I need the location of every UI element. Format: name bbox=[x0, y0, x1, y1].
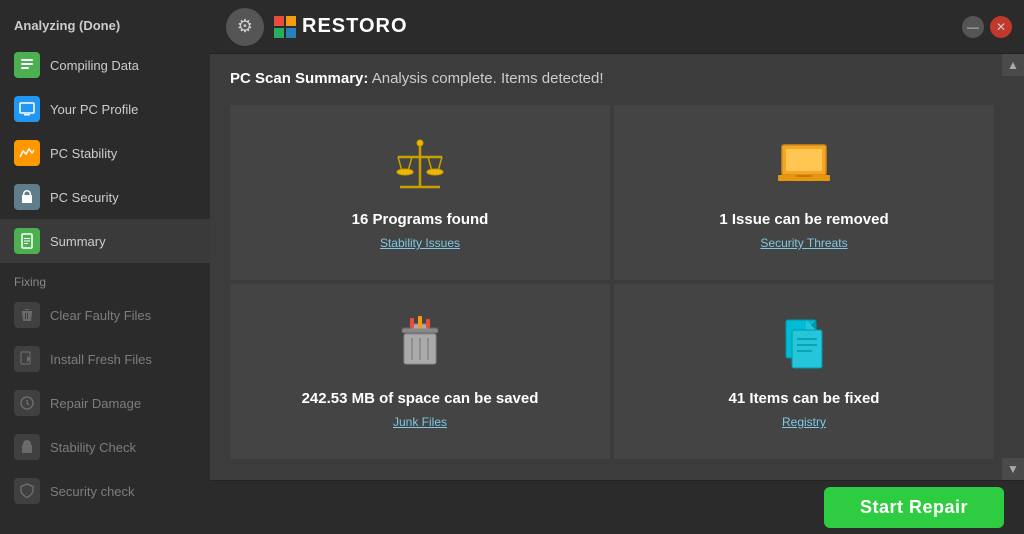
scroll-up-arrow[interactable]: ▲ bbox=[1002, 54, 1024, 76]
main-content: PC Scan Summary: Analysis complete. Item… bbox=[210, 54, 1024, 480]
repair-damage-label: Repair Damage bbox=[50, 396, 141, 411]
sidebar-item-repair-damage[interactable]: Repair Damage bbox=[0, 381, 210, 425]
summary-icon bbox=[14, 228, 40, 254]
your-pc-profile-label: Your PC Profile bbox=[50, 102, 138, 117]
trash-icon bbox=[390, 314, 450, 382]
results-grid: 16 Programs found Stability Issues bbox=[230, 105, 994, 459]
grid-cell-programs-found: 16 Programs found Stability Issues bbox=[230, 105, 610, 280]
sidebar-item-stability-check[interactable]: Stability Check bbox=[0, 425, 210, 469]
items-fixed-label: 41 Items can be fixed bbox=[729, 390, 880, 407]
fixing-label: Fixing bbox=[0, 263, 210, 293]
minimize-button[interactable]: — bbox=[962, 16, 984, 38]
sidebar: Analyzing (Done) Compiling Data Your PC … bbox=[0, 0, 210, 534]
security-threats-link[interactable]: Security Threats bbox=[760, 236, 847, 250]
grid-cell-items-fixed: 41 Items can be fixed Registry bbox=[614, 284, 994, 459]
issue-removed-label: 1 Issue can be removed bbox=[719, 211, 888, 228]
compiling-data-label: Compiling Data bbox=[50, 58, 139, 73]
repair-damage-icon bbox=[14, 390, 40, 416]
programs-found-label: 16 Programs found bbox=[352, 211, 489, 228]
scan-summary-title: PC Scan Summary: Analysis complete. Item… bbox=[230, 70, 994, 87]
clear-faulty-files-icon bbox=[14, 302, 40, 328]
gear-icon: ⚙ bbox=[237, 16, 253, 37]
scan-summary-prefix: PC Scan Summary: bbox=[230, 70, 368, 87]
registry-icon bbox=[774, 314, 834, 382]
sidebar-item-summary[interactable]: Summary bbox=[0, 219, 210, 263]
stability-check-label: Stability Check bbox=[50, 440, 136, 455]
install-fresh-files-label: Install Fresh Files bbox=[50, 352, 152, 367]
logo-area: RESTORO bbox=[274, 15, 408, 38]
analyzing-label: Analyzing (Done) bbox=[0, 10, 210, 43]
minimize-icon: — bbox=[967, 20, 979, 34]
security-check-label: Security check bbox=[50, 484, 135, 499]
sidebar-item-pc-stability[interactable]: PC Stability bbox=[0, 131, 210, 175]
compiling-data-icon bbox=[14, 52, 40, 78]
pc-security-label: PC Security bbox=[50, 190, 119, 205]
scan-summary-suffix: Analysis complete. Items detected! bbox=[372, 70, 604, 87]
header: ⚙ RESTORO — ✕ bbox=[210, 0, 1024, 54]
close-icon: ✕ bbox=[996, 20, 1006, 34]
space-saved-label: 242.53 MB of space can be saved bbox=[302, 390, 539, 407]
header-left: ⚙ RESTORO bbox=[226, 8, 408, 46]
stability-issues-link[interactable]: Stability Issues bbox=[380, 236, 460, 250]
summary-label: Summary bbox=[50, 234, 106, 249]
start-repair-button[interactable]: Start Repair bbox=[824, 487, 1004, 528]
close-button[interactable]: ✕ bbox=[990, 16, 1012, 38]
grid-cell-issue-removed: 1 Issue can be removed Security Threats bbox=[614, 105, 994, 280]
laptop-icon bbox=[774, 135, 834, 203]
pc-security-icon bbox=[14, 184, 40, 210]
sidebar-item-clear-faulty-files[interactable]: Clear Faulty Files bbox=[0, 293, 210, 337]
window-controls: — ✕ bbox=[962, 16, 1012, 38]
logo-text: RESTORO bbox=[302, 15, 408, 38]
stability-check-icon bbox=[14, 434, 40, 460]
sidebar-item-pc-security[interactable]: PC Security bbox=[0, 175, 210, 219]
scroll-down-arrow[interactable]: ▼ bbox=[1002, 458, 1024, 480]
scroll-arrows: ▲ ▼ bbox=[1002, 54, 1024, 480]
pc-stability-label: PC Stability bbox=[50, 146, 117, 161]
main-area: ⚙ RESTORO — ✕ PC Sca bbox=[210, 0, 1024, 534]
sidebar-item-security-check[interactable]: Security check bbox=[0, 469, 210, 513]
install-fresh-files-icon bbox=[14, 346, 40, 372]
sidebar-item-your-pc-profile[interactable]: Your PC Profile bbox=[0, 87, 210, 131]
scales-icon bbox=[390, 135, 450, 203]
registry-link[interactable]: Registry bbox=[782, 415, 826, 429]
pc-stability-icon bbox=[14, 140, 40, 166]
gear-button[interactable]: ⚙ bbox=[226, 8, 264, 46]
security-check-icon bbox=[14, 478, 40, 504]
sidebar-item-install-fresh-files[interactable]: Install Fresh Files bbox=[0, 337, 210, 381]
grid-cell-space-saved: 242.53 MB of space can be saved Junk Fil… bbox=[230, 284, 610, 459]
restoro-logo-icon bbox=[274, 16, 296, 38]
clear-faulty-files-label: Clear Faulty Files bbox=[50, 308, 151, 323]
junk-files-link[interactable]: Junk Files bbox=[393, 415, 447, 429]
your-pc-profile-icon bbox=[14, 96, 40, 122]
footer: Start Repair bbox=[210, 480, 1024, 534]
sidebar-item-compiling-data[interactable]: Compiling Data bbox=[0, 43, 210, 87]
